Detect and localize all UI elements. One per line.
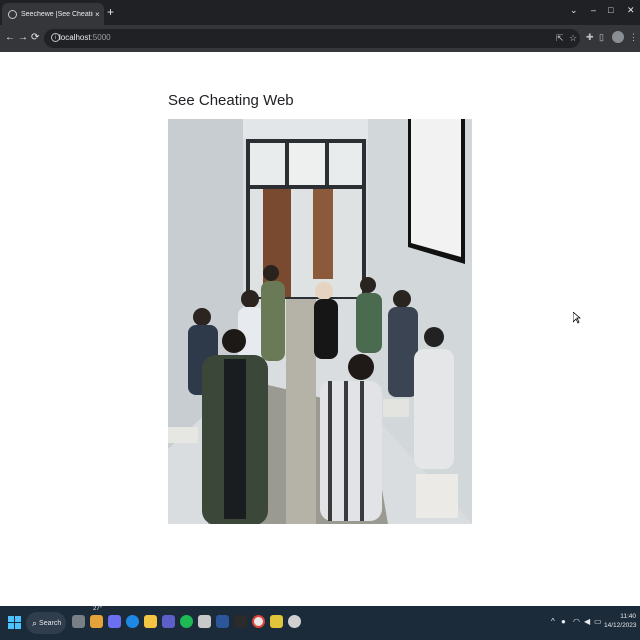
system-clock[interactable]: 11:40 14/12/2023 bbox=[604, 612, 637, 630]
chat-icon[interactable] bbox=[108, 615, 121, 628]
sidebar-icon[interactable]: ▯ bbox=[599, 31, 604, 43]
maximize-button[interactable]: □ bbox=[608, 4, 613, 16]
menu-icon[interactable]: ⋮ bbox=[629, 31, 638, 43]
browser-alt-icon[interactable] bbox=[288, 615, 301, 628]
search-icon: ⌕ bbox=[32, 617, 38, 628]
taskbar-search[interactable]: ⌕ Search bbox=[26, 612, 66, 634]
extensions-icon[interactable]: ✚ bbox=[586, 31, 594, 43]
notepad-icon[interactable] bbox=[198, 615, 211, 628]
antivirus-icon[interactable]: ● bbox=[561, 617, 566, 626]
tab-search-icon[interactable]: ⌄ bbox=[570, 4, 578, 16]
browser-tab-bar: Seechewe [See Cheating Web] × + ⌄ – □ ✕ bbox=[0, 0, 640, 25]
start-button[interactable] bbox=[8, 616, 21, 629]
classroom-camera-image bbox=[168, 119, 472, 524]
tray-overflow-chevron[interactable]: ^ bbox=[551, 617, 555, 626]
weather-temperature: 27° bbox=[93, 606, 103, 612]
star-icon[interactable]: ☆ bbox=[569, 32, 577, 44]
mouse-cursor-icon bbox=[573, 312, 581, 324]
clock-time: 11:40 bbox=[620, 613, 636, 620]
battery-icon[interactable]: ▭ bbox=[594, 617, 602, 626]
clock-date: 14/12/2023 bbox=[604, 622, 637, 629]
tab-close-icon[interactable]: × bbox=[95, 10, 100, 19]
task-view-icon[interactable] bbox=[72, 615, 85, 628]
file-explorer-icon[interactable] bbox=[144, 615, 157, 628]
chrome-icon[interactable] bbox=[252, 615, 265, 628]
tab-title: Seechewe [See Cheating Web] bbox=[21, 10, 93, 18]
terminal-icon[interactable] bbox=[234, 615, 247, 628]
forward-button[interactable]: → bbox=[18, 31, 28, 45]
profile-avatar[interactable] bbox=[612, 31, 624, 43]
wifi-icon[interactable]: ◠ bbox=[573, 617, 580, 626]
spotify-icon[interactable] bbox=[180, 615, 193, 628]
edge-icon[interactable] bbox=[126, 615, 139, 628]
close-window-button[interactable]: ✕ bbox=[627, 4, 635, 16]
globe-icon bbox=[8, 9, 17, 19]
windows-taskbar: ⌕ Search 27° ^ ● ◠ ◀ ▭ 11:40 14/12/2023 bbox=[0, 606, 640, 640]
back-button[interactable]: ← bbox=[5, 31, 15, 45]
page-title: See Cheating Web bbox=[168, 92, 294, 109]
word-icon[interactable] bbox=[216, 615, 229, 628]
address-bar[interactable]: i localhost:5000 ⇱ ☆ bbox=[44, 29, 580, 48]
search-label: Search bbox=[39, 619, 62, 627]
weather-icon[interactable] bbox=[90, 615, 103, 628]
url-text: localhost:5000 bbox=[59, 33, 111, 42]
calculator-icon[interactable] bbox=[162, 615, 175, 628]
reload-button[interactable]: ⟳ bbox=[31, 31, 39, 45]
git-icon[interactable] bbox=[270, 615, 283, 628]
browser-tab[interactable]: Seechewe [See Cheating Web] × bbox=[2, 3, 104, 25]
share-icon[interactable]: ⇱ bbox=[556, 32, 564, 44]
volume-icon[interactable]: ◀ bbox=[584, 617, 590, 626]
browser-toolbar: ← → ⟳ i localhost:5000 ⇱ ☆ ✚ ▯ ⋮ bbox=[0, 25, 640, 52]
new-tab-button[interactable]: + bbox=[107, 5, 114, 19]
minimize-button[interactable]: – bbox=[591, 4, 596, 16]
